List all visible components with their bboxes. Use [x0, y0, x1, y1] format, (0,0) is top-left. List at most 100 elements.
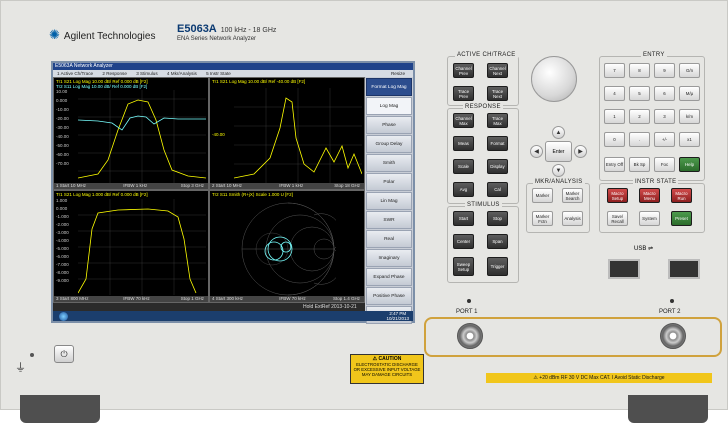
channel-prev-key[interactable]: Channel Prev: [453, 63, 474, 78]
brand-logo: ✺ Agilent Technologies: [49, 27, 155, 43]
start-button-icon[interactable]: [59, 312, 68, 321]
key-8[interactable]: 8: [629, 63, 650, 78]
trace-next-key[interactable]: Trace Next: [487, 86, 508, 101]
marker-search-key[interactable]: Marker Search: [562, 188, 583, 203]
key-plus-minus[interactable]: +/-: [654, 132, 675, 147]
scale-key[interactable]: Scale: [453, 159, 474, 174]
rotary-knob[interactable]: [531, 56, 577, 102]
meas-key[interactable]: Meas: [453, 136, 474, 151]
entry-off-key[interactable]: Entry Off: [604, 157, 625, 172]
menu-active-ch-trace[interactable]: 1 Active Ch/Trace: [57, 71, 93, 76]
status-bar: Hold ExtRef 2013-10-21 14:47: [53, 303, 365, 318]
active-ch-trace-label: ACTIVE CH/TRACE: [455, 52, 518, 58]
softkey-log-mag[interactable]: Log Mag: [366, 97, 412, 115]
key-x1[interactable]: x1: [679, 132, 700, 147]
channel-next-key[interactable]: Channel Next: [487, 63, 508, 78]
backspace-key[interactable]: Bk Sp: [629, 157, 650, 172]
system-key[interactable]: System: [639, 211, 660, 226]
channel-3-window[interactable]: Tr1 S21 Log Mag 1.000 dB/ Ref 0.000 dB […: [53, 190, 209, 303]
start-key[interactable]: Start: [453, 211, 474, 226]
menu-response[interactable]: 2 Response: [102, 71, 127, 76]
menu-instr-state[interactable]: 5 Instr State: [206, 71, 231, 76]
key-0[interactable]: 0: [604, 132, 625, 147]
trace-max-key[interactable]: Trace Max: [487, 113, 508, 128]
channel-2-window[interactable]: Tr1 S21 Log Mag 10.00 dB/ Ref -40.00 dB …: [209, 77, 365, 190]
avg-key[interactable]: Avg: [453, 182, 474, 197]
key-giga-nano[interactable]: G/n: [679, 63, 700, 78]
ch3-axis-label: -5.000: [56, 246, 69, 251]
softkey-real[interactable]: Real: [366, 230, 412, 248]
ch1-axis-label: -20.00: [56, 116, 69, 121]
ch1-stimulus-bar: 1 Start 10 MHz IFBW 1 kHz Stop 3 GHz: [54, 183, 208, 189]
macro-run-key[interactable]: Macro Run: [671, 188, 692, 203]
arrow-down-icon[interactable]: ▼: [552, 164, 565, 177]
preset-key[interactable]: Preset: [671, 211, 692, 226]
ch1-plot: [78, 90, 206, 184]
channel-max-key[interactable]: Channel Max: [453, 113, 474, 128]
arrow-up-icon[interactable]: ▲: [552, 126, 565, 139]
center-key[interactable]: Center: [453, 234, 474, 249]
channel-4-window[interactable]: Tr2 S11 Smith (R+jX) Scale 1.000 U [F2] …: [209, 190, 365, 303]
softkey-smith[interactable]: Smith: [366, 154, 412, 172]
menu-bar: 1 Active Ch/Trace 2 Response 3 Stimulus …: [53, 70, 413, 77]
softkey-phase[interactable]: Phase: [366, 116, 412, 134]
save-recall-key[interactable]: Save/ Recall: [607, 211, 628, 226]
ch1-axis-label: -70.00: [56, 161, 69, 166]
usb-text: USB: [634, 246, 647, 252]
ch4-ifbw: IFBW 70 kHz: [279, 296, 306, 301]
softkey-imaginary[interactable]: Imaginary: [366, 249, 412, 267]
power-button[interactable]: ⏻: [54, 345, 74, 363]
cal-key[interactable]: Cal: [487, 182, 508, 197]
key-7[interactable]: 7: [604, 63, 625, 78]
company-name: Agilent Technologies: [63, 31, 156, 42]
ch3-axis-label: -1.000: [56, 214, 69, 219]
key-6[interactable]: 6: [654, 86, 675, 101]
instr-state-label: INSTR STATE: [633, 179, 679, 185]
ch1-ifbw: IFBW 1 kHz: [123, 183, 148, 188]
ch3-axis-label: 0.000: [56, 206, 68, 211]
port2-connector[interactable]: [660, 323, 686, 349]
format-key[interactable]: Format: [487, 136, 508, 151]
display-key[interactable]: Display: [487, 159, 508, 174]
help-key[interactable]: Help: [679, 157, 700, 172]
menu-mkr-analysis[interactable]: 4 Mkr/Analysis: [167, 71, 197, 76]
softkey-group-delay[interactable]: Group Delay: [366, 135, 412, 153]
macro-setup-key[interactable]: Macro Setup: [607, 188, 628, 203]
usb-port-1[interactable]: [608, 259, 640, 279]
resize-button[interactable]: Resize: [391, 70, 405, 77]
usb-port-2[interactable]: [668, 259, 700, 279]
softkey-positive-phase[interactable]: Positive Phase: [366, 287, 412, 305]
key-4[interactable]: 4: [604, 86, 625, 101]
key-decimal[interactable]: .: [629, 132, 650, 147]
ch3-axis-label: -9.000: [56, 278, 69, 283]
analysis-key[interactable]: Analysis: [562, 211, 583, 226]
macro-menu-key[interactable]: Macro Menu: [639, 188, 660, 203]
smith-chart: [241, 202, 336, 296]
softkey-menu: Format Log Mag Log Mag Phase Group Delay…: [365, 77, 413, 324]
softkey-lin-mag[interactable]: Lin Mag: [366, 192, 412, 210]
softkey-swr[interactable]: SWR: [366, 211, 412, 229]
trigger-key[interactable]: Trigger: [487, 257, 508, 276]
marker-fctn-key[interactable]: Marker Fctn: [532, 211, 553, 226]
trace-prev-key[interactable]: Trace Prev: [453, 86, 474, 101]
key-3[interactable]: 3: [654, 109, 675, 124]
stop-key[interactable]: Stop: [487, 211, 508, 226]
softkey-polar[interactable]: Polar: [366, 173, 412, 191]
port1-connector[interactable]: [457, 323, 483, 349]
key-1[interactable]: 1: [604, 109, 625, 124]
key-kilo-milli[interactable]: k/m: [679, 109, 700, 124]
marker-key[interactable]: Marker: [532, 188, 553, 203]
sweep-setup-key[interactable]: Sweep Setup: [453, 257, 474, 276]
softkey-expand-phase[interactable]: Expand Phase: [366, 268, 412, 286]
enter-button[interactable]: Enter: [545, 141, 572, 162]
key-5[interactable]: 5: [629, 86, 650, 101]
key-2[interactable]: 2: [629, 109, 650, 124]
menu-stimulus[interactable]: 3 Stimulus: [136, 71, 157, 76]
key-mega-micro[interactable]: M/μ: [679, 86, 700, 101]
focus-key[interactable]: Foc: [654, 157, 675, 172]
arrow-right-icon[interactable]: ▶: [574, 145, 587, 158]
key-9[interactable]: 9: [654, 63, 675, 78]
arrow-left-icon[interactable]: ◀: [530, 145, 543, 158]
span-key[interactable]: Span: [487, 234, 508, 249]
channel-1-window[interactable]: Tr1 S21 Log Mag 10.00 dB/ Ref 0.000 dB […: [53, 77, 209, 190]
